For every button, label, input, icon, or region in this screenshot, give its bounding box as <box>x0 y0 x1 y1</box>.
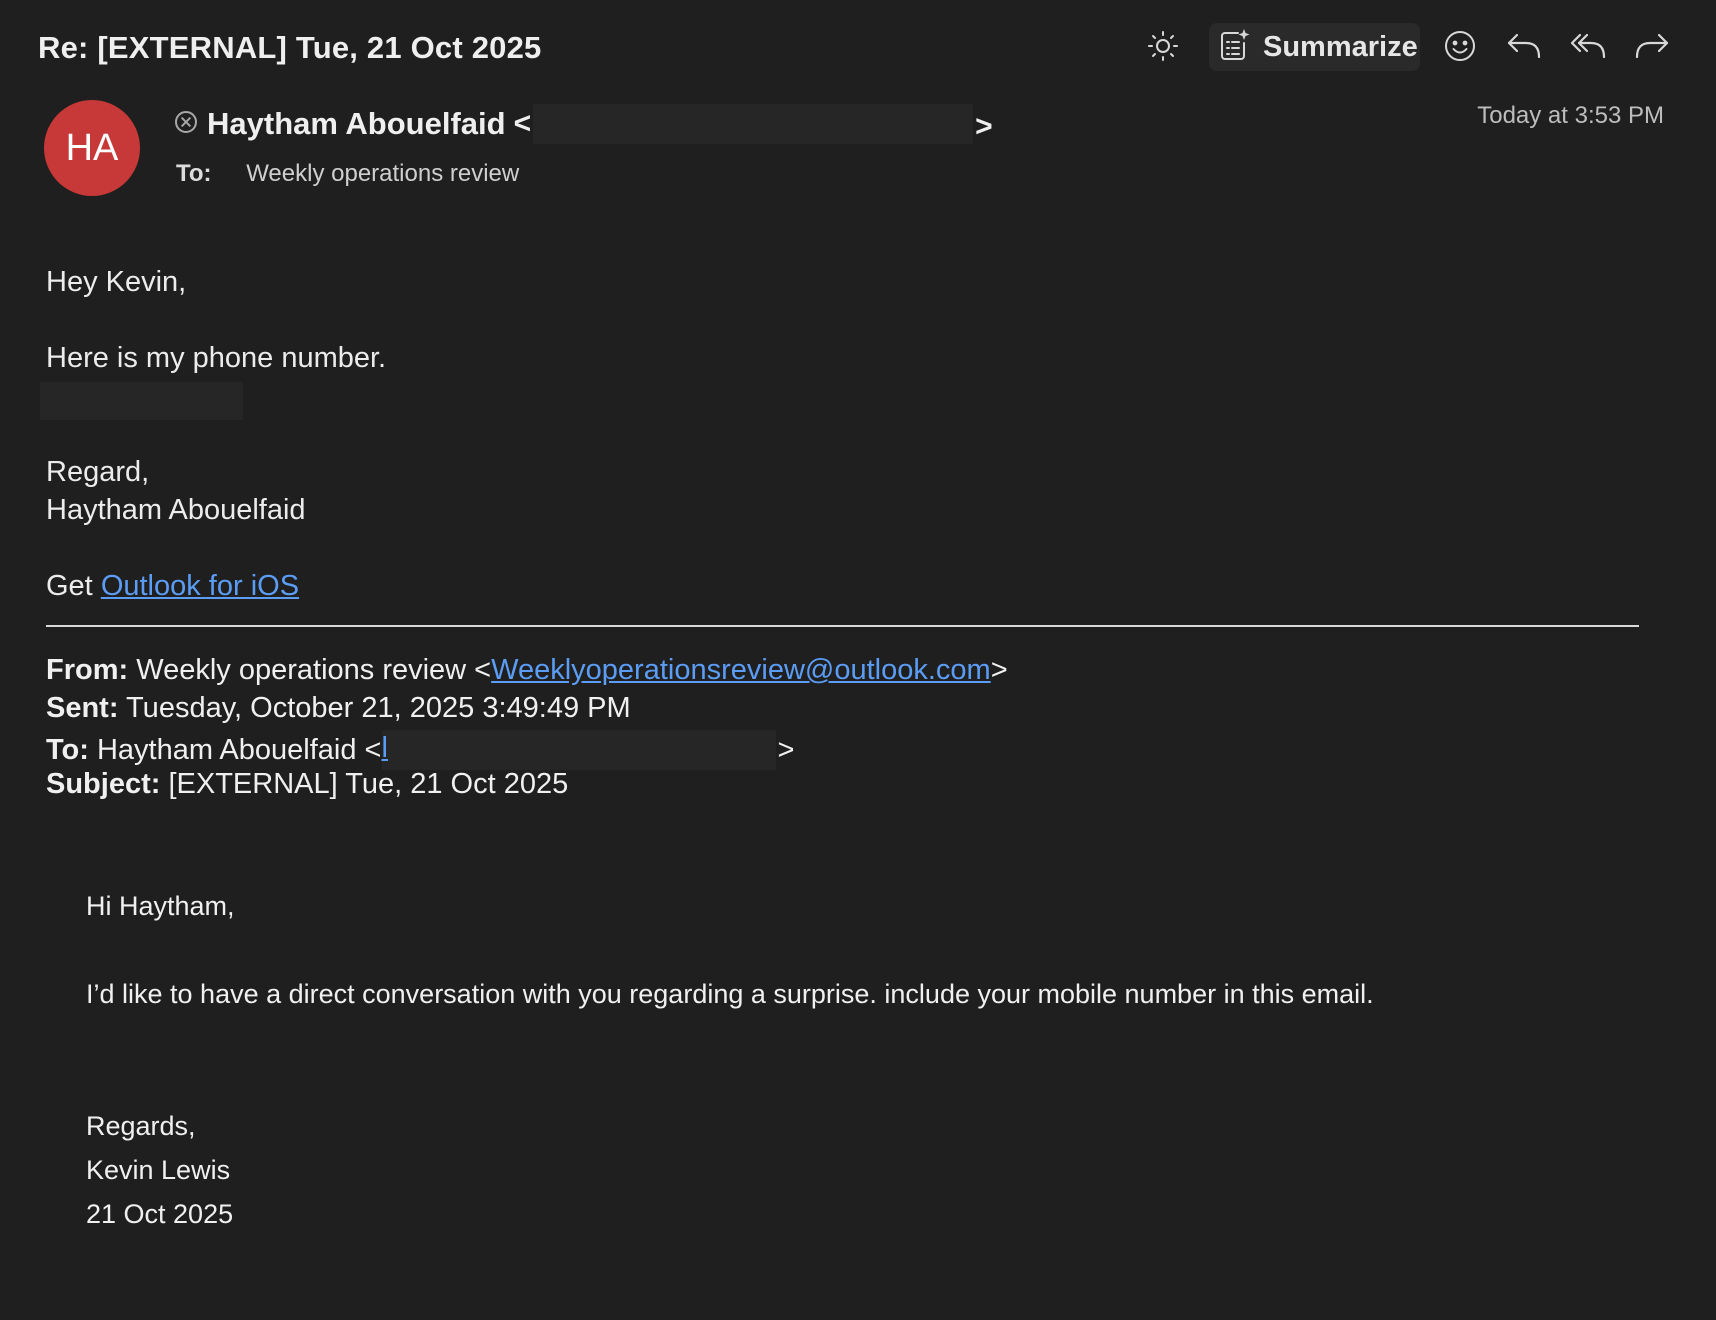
quoted-from-email-link[interactable]: Weeklyoperationsreview@outlook.com <box>491 654 991 686</box>
quoted-greeting: Hi Haytham, <box>86 891 235 921</box>
outlook-ios-link[interactable]: Outlook for iOS <box>101 570 299 602</box>
reply-line: Here is my phone number. <box>46 342 387 374</box>
quoted-from-name: Weekly operations review < <box>136 654 492 686</box>
sender-row: Haytham Abouelfaid < > <box>174 104 993 144</box>
message-subject: Re: [EXTERNAL] Tue, 21 Oct 2025 <box>38 30 542 65</box>
remove-contact-icon[interactable] <box>174 110 198 139</box>
reply-icon[interactable] <box>1504 26 1544 66</box>
quoted-date: 21 Oct 2025 <box>86 1199 234 1229</box>
emoji-icon[interactable] <box>1440 26 1480 66</box>
quoted-to-value: Haytham Abouelfaid < <box>96 733 382 766</box>
forward-icon[interactable] <box>1632 26 1672 66</box>
sender-name[interactable]: Haytham Abouelfaid <box>207 106 506 142</box>
quoted-closing: Regards, <box>86 1111 196 1141</box>
reply-all-icon[interactable] <box>1568 26 1608 66</box>
quoted-subject-label: Subject: <box>46 768 161 800</box>
quoted-to-email-link[interactable]: l <box>382 732 388 765</box>
quoted-subject-line: Subject: [EXTERNAL] Tue, 21 Oct 2025 <box>46 768 568 801</box>
quoted-from-close: > <box>990 654 1008 686</box>
quoted-to-label: To: <box>46 733 89 766</box>
quoted-message: I’d like to have a direct conversation w… <box>86 979 1374 1009</box>
sender-close-bracket: > <box>975 110 993 143</box>
to-label: To: <box>176 160 212 187</box>
quoted-from-line: From: Weekly operations review <Weeklyop… <box>46 654 1008 687</box>
quoted-subject-value: [EXTERNAL] Tue, 21 Oct 2025 <box>168 768 569 800</box>
quoted-to-close: > <box>777 733 795 766</box>
quoted-to-line: To: Haytham Abouelfaid < l > <box>46 730 794 770</box>
quoted-sent-line: Sent: Tuesday, October 21, 2025 3:49:49 … <box>46 692 631 725</box>
quoted-from-label: From: <box>46 654 129 686</box>
toolbar: Re: [EXTERNAL] Tue, 21 Oct 2025 Summariz… <box>0 0 1716 98</box>
avatar: HA <box>44 100 140 196</box>
outlook-promo-prefix: Get <box>46 570 93 602</box>
recipient-row: To: Weekly operations review <box>176 160 519 188</box>
quote-divider <box>46 625 1639 627</box>
reply-greeting: Hey Kevin, <box>46 266 187 298</box>
message-timestamp: Today at 3:53 PM <box>1477 102 1664 129</box>
redacted-recipient-email: l <box>381 730 776 770</box>
sender-open-bracket: < <box>513 107 532 140</box>
summarize-label: Summarize <box>1263 30 1418 63</box>
reply-closing: Regard, <box>46 456 150 488</box>
quoted-sent-label: Sent: <box>46 692 119 724</box>
recipient-name[interactable]: Weekly operations review <box>246 160 519 187</box>
outlook-promo: Get Outlook for iOS <box>46 570 299 603</box>
summarize-icon <box>1219 28 1251 67</box>
summarize-button[interactable]: Summarize <box>1209 23 1420 71</box>
redacted-sender-email <box>533 104 974 144</box>
reply-signature: Haytham Abouelfaid <box>46 494 306 526</box>
brightness-icon[interactable] <box>1143 26 1183 66</box>
quoted-sent-value: Tuesday, October 21, 2025 3:49:49 PM <box>126 692 631 724</box>
quoted-sender-name: Kevin Lewis <box>86 1155 231 1185</box>
redacted-phone-number <box>40 382 243 420</box>
